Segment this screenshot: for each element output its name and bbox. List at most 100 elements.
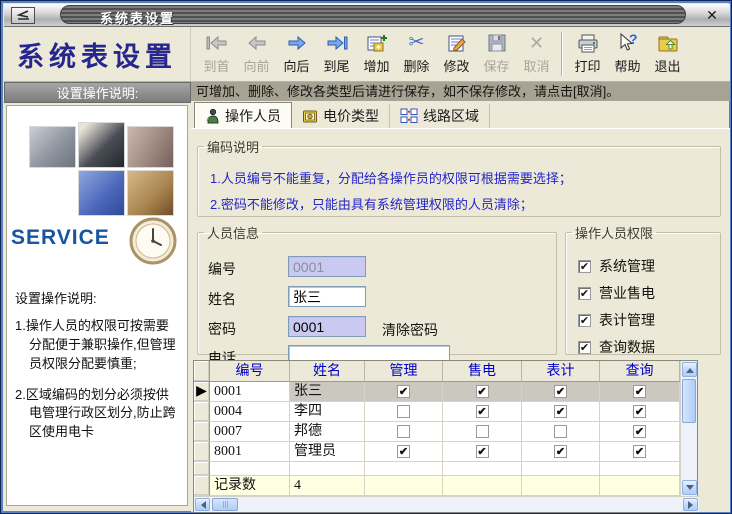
perm-meters[interactable]: ✔ 表计管理	[578, 310, 655, 330]
cell-perm[interactable]	[365, 402, 443, 422]
print-button[interactable]: 打印	[568, 30, 607, 78]
cell-perm[interactable]: ✔	[522, 382, 600, 402]
horizontal-scroll-thumb[interactable]	[212, 498, 238, 511]
col-header[interactable]: 售电	[443, 361, 522, 382]
cell-perm[interactable]: ✔	[365, 442, 443, 462]
checkbox-icon[interactable]: ✔	[578, 260, 591, 273]
name-label: 姓名	[208, 289, 236, 309]
table-row[interactable]: ▶ 0001 张三 ✔ ✔ ✔ ✔	[194, 382, 680, 402]
grid-checkbox-icon[interactable]: ✔	[633, 425, 646, 438]
perm-sales[interactable]: ✔ 营业售电	[578, 283, 655, 303]
cell-id[interactable]: 8001	[210, 442, 290, 462]
grid-checkbox-icon[interactable]	[397, 425, 410, 438]
last-button[interactable]: 到尾	[317, 30, 356, 78]
cell-perm[interactable]: ✔	[522, 442, 600, 462]
table-row[interactable]: 0007 邦德 ✔	[194, 422, 680, 442]
checkbox-icon[interactable]: ✔	[578, 314, 591, 327]
col-header[interactable]: 编号	[210, 361, 290, 382]
col-header[interactable]: 姓名	[290, 361, 365, 382]
delete-button[interactable]: ✂ 删除	[397, 30, 436, 78]
cancel-button[interactable]: ✕ 取消	[517, 30, 556, 78]
cell-perm[interactable]: ✔	[600, 442, 680, 462]
coding-note-line: 1.人员编号不能重复，分配给各操作员的权限可根据需要选择；	[210, 168, 572, 187]
scroll-right-button[interactable]	[683, 498, 698, 511]
row-selector[interactable]	[194, 442, 210, 462]
nav-prev-icon	[244, 30, 270, 56]
vertical-scroll-thumb[interactable]	[682, 379, 696, 423]
cell-name[interactable]: 李四	[290, 402, 365, 422]
col-header[interactable]: 表计	[522, 361, 600, 382]
add-button[interactable]: 增加	[357, 30, 396, 78]
id-field[interactable]	[288, 256, 366, 277]
app-window: 系统表设置 ✕ 系统表设置 到首 向前	[0, 0, 732, 514]
grid-checkbox-icon[interactable]: ✔	[633, 385, 646, 398]
table-row[interactable]: 8001 管理员 ✔ ✔ ✔ ✔	[194, 442, 680, 462]
tab-line-areas[interactable]: 线路区域	[390, 104, 490, 128]
col-header[interactable]: 管理	[365, 361, 443, 382]
app-icon[interactable]	[11, 7, 35, 24]
record-count-label: 记录数	[210, 476, 290, 496]
grid-checkbox-icon[interactable]: ✔	[554, 445, 567, 458]
cell-name[interactable]: 张三	[290, 382, 365, 402]
cell-id[interactable]: 0004	[210, 402, 290, 422]
password-field[interactable]	[288, 316, 366, 337]
close-icon[interactable]: ✕	[703, 6, 721, 24]
cell-perm[interactable]: ✔	[600, 402, 680, 422]
grid-checkbox-icon[interactable]	[554, 425, 567, 438]
grid-checkbox-icon[interactable]: ✔	[476, 385, 489, 398]
next-button[interactable]: 向后	[277, 30, 316, 78]
grid-checkbox-icon[interactable]	[397, 405, 410, 418]
grid-checkbox-icon[interactable]: ✔	[397, 445, 410, 458]
perm-query[interactable]: ✔ 查询数据	[578, 337, 655, 357]
cell-perm[interactable]: ✔	[600, 382, 680, 402]
perm-system-admin[interactable]: ✔ 系统管理	[578, 256, 655, 276]
cell-perm[interactable]	[443, 422, 522, 442]
cell-perm[interactable]: ✔	[365, 382, 443, 402]
horizontal-scrollbar[interactable]	[194, 496, 699, 512]
grid-checkbox-icon[interactable]: ✔	[476, 405, 489, 418]
cell-perm[interactable]: ✔	[443, 382, 522, 402]
row-selector[interactable]	[194, 422, 210, 442]
cell-name[interactable]: 管理员	[290, 442, 365, 462]
grid-checkbox-icon[interactable]: ✔	[633, 445, 646, 458]
col-header[interactable]: 查询	[600, 361, 680, 382]
tab-operators[interactable]: 操作人员	[194, 102, 292, 128]
name-field[interactable]	[288, 286, 366, 307]
tab-price-types[interactable]: 电价类型	[292, 104, 390, 128]
cell-perm[interactable]: ✔	[443, 402, 522, 422]
grid-checkbox-icon[interactable]: ✔	[554, 405, 567, 418]
scroll-down-button[interactable]	[682, 480, 697, 495]
toolbar: 到首 向前 向后 到尾	[191, 27, 730, 81]
grid-checkbox-icon[interactable]	[476, 425, 489, 438]
first-button[interactable]: 到首	[197, 30, 236, 78]
scroll-up-button[interactable]	[682, 362, 697, 377]
table-row[interactable]: 0004 李四 ✔ ✔ ✔	[194, 402, 680, 422]
checkbox-icon[interactable]: ✔	[578, 287, 591, 300]
scroll-left-button[interactable]	[195, 498, 210, 511]
cell-name[interactable]: 邦德	[290, 422, 365, 442]
save-button[interactable]: 保存	[477, 30, 516, 78]
vertical-scrollbar[interactable]	[680, 361, 697, 496]
cell-perm[interactable]: ✔	[522, 402, 600, 422]
checkbox-icon[interactable]: ✔	[578, 341, 591, 354]
help-button[interactable]: ? 帮助	[608, 30, 647, 78]
exit-button[interactable]: 退出	[648, 30, 687, 78]
cell-perm[interactable]	[522, 422, 600, 442]
grid-checkbox-icon[interactable]: ✔	[554, 385, 567, 398]
grid-checkbox-icon[interactable]: ✔	[476, 445, 489, 458]
cell-id[interactable]: 0007	[210, 422, 290, 442]
service-collage: SERVICE	[7, 106, 187, 274]
row-selector[interactable]	[194, 402, 210, 422]
edit-button[interactable]: 修改	[437, 30, 476, 78]
grid-checkbox-icon[interactable]: ✔	[633, 405, 646, 418]
cell-perm[interactable]	[365, 422, 443, 442]
main-panel: 可增加、删除、修改各类型后请进行保存，如不保存修改，请点击[取消]。 操作人员	[191, 82, 730, 512]
cell-perm[interactable]: ✔	[443, 442, 522, 462]
toolbar-label: 取消	[523, 56, 549, 75]
grid-footer-row: 记录数 4	[194, 476, 680, 496]
prev-button[interactable]: 向前	[237, 30, 276, 78]
grid-checkbox-icon[interactable]: ✔	[397, 385, 410, 398]
clear-password-link[interactable]: 清除密码	[382, 320, 438, 340]
cell-perm[interactable]: ✔	[600, 422, 680, 442]
cell-id[interactable]: 0001	[210, 382, 290, 402]
